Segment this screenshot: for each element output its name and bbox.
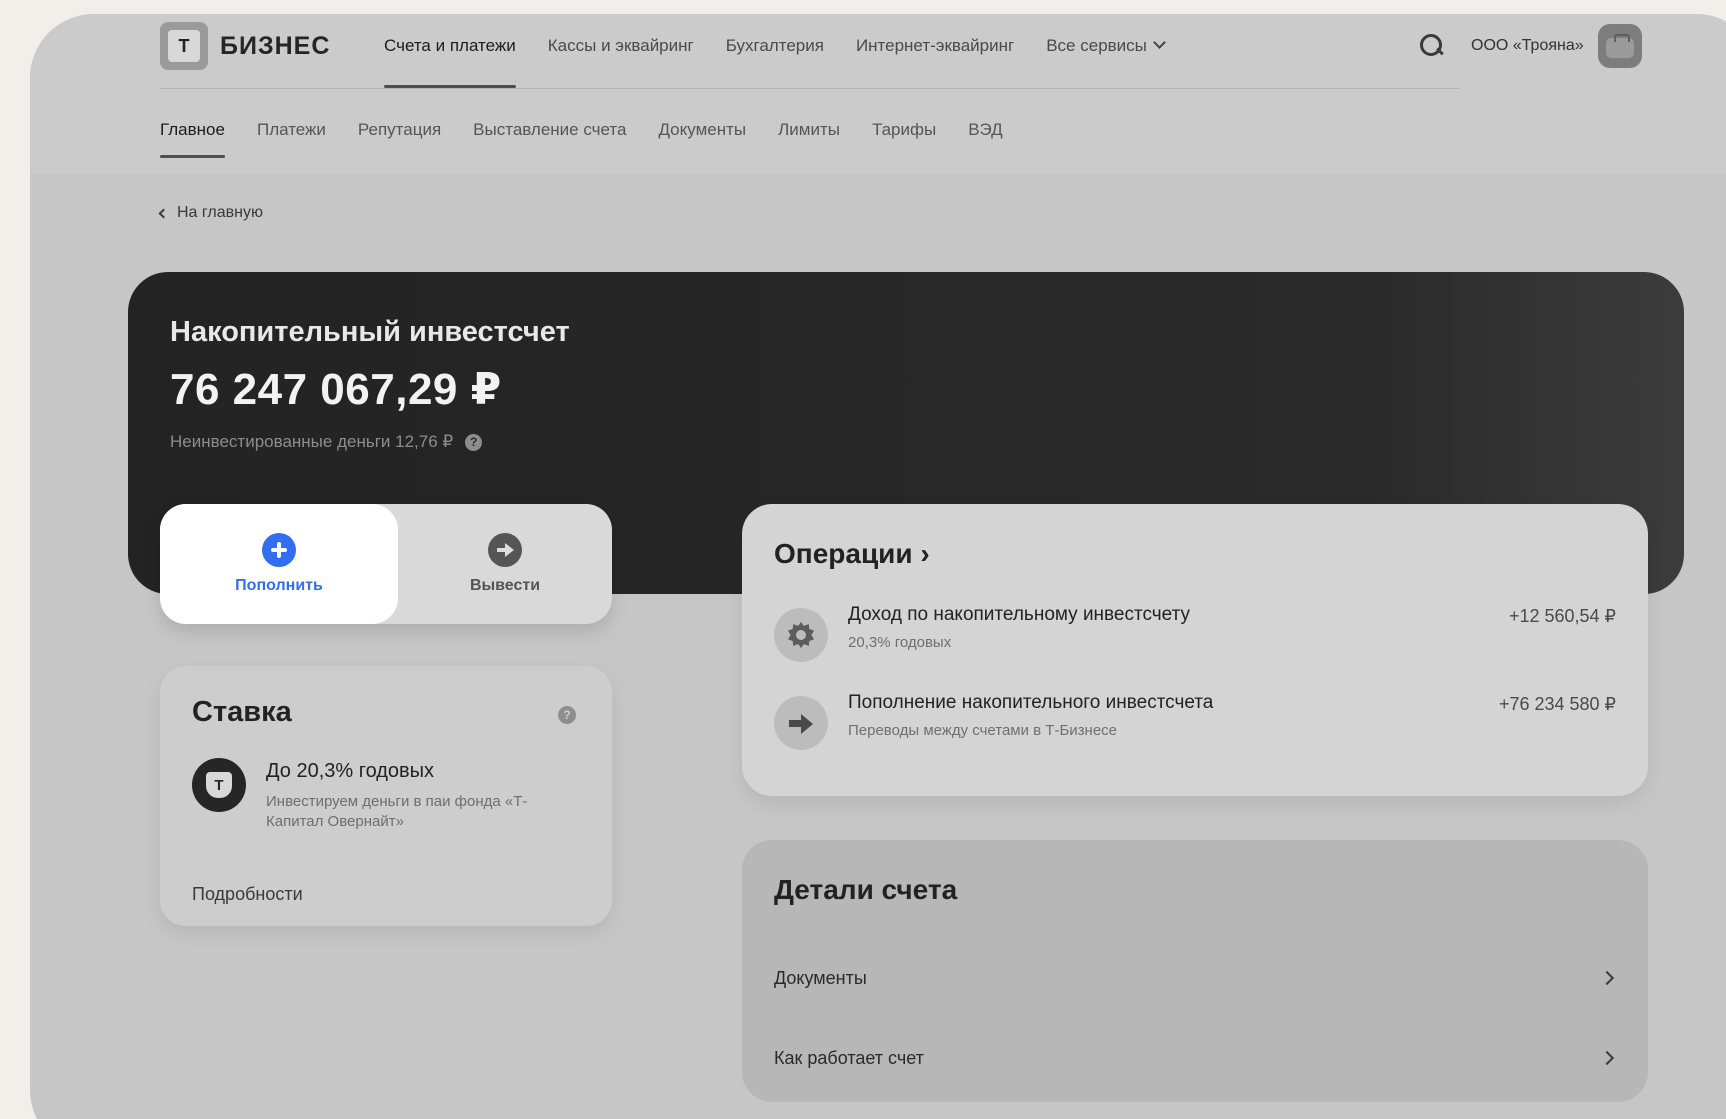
brand-logo-letter: Т — [168, 30, 200, 62]
chevron-right-icon — [1599, 1050, 1615, 1066]
chevron-left-icon — [158, 208, 169, 218]
withdraw-button[interactable]: Вывести — [398, 504, 612, 624]
operation-name: Доход по накопительному инвестсчету — [848, 604, 1191, 625]
tab-ved[interactable]: ВЭД — [968, 120, 1003, 140]
brand-logo-mark: Т — [160, 22, 208, 70]
account-title: Накопительный инвестсчет — [170, 316, 570, 348]
arrow-right-icon — [774, 696, 828, 750]
operation-row[interactable]: Доход по накопительному инвестсчету 20,3… — [774, 604, 1616, 674]
brand-name: БИЗНЕС — [220, 31, 331, 60]
main-nav-internet-acquiring[interactable]: Интернет-эквайринг — [856, 36, 1014, 56]
search-icon[interactable] — [1418, 32, 1446, 60]
plus-icon — [262, 533, 296, 567]
header-divider — [160, 88, 1460, 89]
back-link-label: На главную — [177, 204, 263, 221]
operations-card: Операции › Доход по накопительному инвес… — [742, 504, 1648, 796]
withdraw-label: Вывести — [469, 577, 541, 594]
tab-tariffs[interactable]: Тарифы — [872, 120, 936, 140]
main-nav-label: Кассы и эквайринг — [547, 36, 694, 55]
arrow-right-icon — [488, 533, 522, 567]
topup-label: Пополнить — [235, 577, 323, 594]
account-balance: 76 247 067,29 ₽ — [170, 365, 502, 414]
main-nav-accounting[interactable]: Бухгалтерия — [726, 36, 824, 56]
operation-name: Пополнение накопительного инвестсчета — [848, 692, 1214, 713]
account-actions: Пополнить Вывести — [160, 504, 612, 624]
rate-card: Ставка ? Т До 20,3% годовых Инвестируем … — [160, 666, 612, 926]
main-nav: Счета и платежи Кассы и эквайринг Бухгал… — [384, 36, 1166, 88]
operation-amount: +12 560,54 ₽ — [1508, 606, 1616, 626]
uninvested-money: Неинвестированные деньги 12,76 ₽ ? — [170, 432, 483, 452]
main-nav-all-services[interactable]: Все сервисы — [1046, 36, 1166, 56]
details-how-it-works[interactable]: Как работает счет — [774, 1038, 1615, 1078]
detail-label: Документы — [774, 967, 867, 988]
topup-button[interactable]: Пополнить — [160, 504, 398, 624]
rate-title: Ставка — [192, 696, 292, 728]
gear-icon — [774, 608, 828, 662]
main-nav-label: Бухгалтерия — [725, 36, 824, 55]
operations-title[interactable]: Операции › — [774, 538, 930, 570]
rate-description: Инвестируем деньги в паи фонда «Т-Капита… — [266, 793, 528, 831]
tab-documents[interactable]: Документы — [658, 120, 746, 140]
uninvested-label: Неинвестированные деньги 12,76 ₽ — [170, 432, 454, 451]
sub-nav: Главное Платежи Репутация Выставление сч… — [160, 120, 1003, 158]
company-name[interactable]: ООО «Трояна» — [1471, 37, 1584, 55]
app-screen: Т БИЗНЕС Счета и платежи Кассы и эквайри… — [30, 14, 1726, 1119]
help-icon[interactable]: ? — [558, 706, 576, 724]
main-nav-label: Счета и платежи — [384, 36, 516, 55]
tab-main[interactable]: Главное — [160, 120, 225, 158]
tab-payments[interactable]: Платежи — [257, 120, 326, 140]
help-icon[interactable]: ? — [465, 433, 483, 451]
back-link[interactable]: На главную — [158, 204, 263, 222]
main-nav-label: Все сервисы — [1046, 36, 1147, 55]
main-nav-label: Интернет-эквайринг — [855, 36, 1015, 55]
chevron-right-icon — [1599, 970, 1615, 986]
brand-logo[interactable]: Т БИЗНЕС — [160, 22, 330, 70]
operation-amount: +76 234 580 ₽ — [1498, 694, 1616, 714]
details-link[interactable]: Подробности — [192, 884, 303, 905]
operation-subtitle: Переводы между счетами в Т-Бизнесе — [848, 722, 1118, 739]
tab-reputation[interactable]: Репутация — [358, 120, 441, 140]
main-nav-accounts[interactable]: Счета и платежи — [384, 36, 516, 88]
operation-row[interactable]: Пополнение накопительного инвестсчета Пе… — [774, 692, 1616, 762]
operation-subtitle: 20,3% годовых — [848, 634, 952, 651]
details-documents[interactable]: Документы — [774, 958, 1615, 998]
tab-invoicing[interactable]: Выставление счета — [473, 120, 626, 140]
top-header: Т БИЗНЕС Счета и платежи Кассы и эквайри… — [30, 14, 1726, 174]
header-right: ООО «Трояна» — [1418, 24, 1642, 68]
tab-limits[interactable]: Лимиты — [778, 120, 840, 140]
chevron-down-icon — [1153, 36, 1166, 49]
fund-logo-letter: Т — [206, 772, 232, 798]
account-details-card: Детали счета Документы Как работает счет — [742, 840, 1648, 1102]
detail-label: Как работает счет — [774, 1047, 924, 1068]
briefcase-icon[interactable] — [1597, 24, 1642, 68]
details-title: Детали счета — [774, 874, 958, 905]
shield-icon: Т — [192, 758, 246, 812]
rate-value: До 20,3% годовых — [266, 760, 435, 782]
main-nav-cash[interactable]: Кассы и эквайринг — [548, 36, 694, 56]
